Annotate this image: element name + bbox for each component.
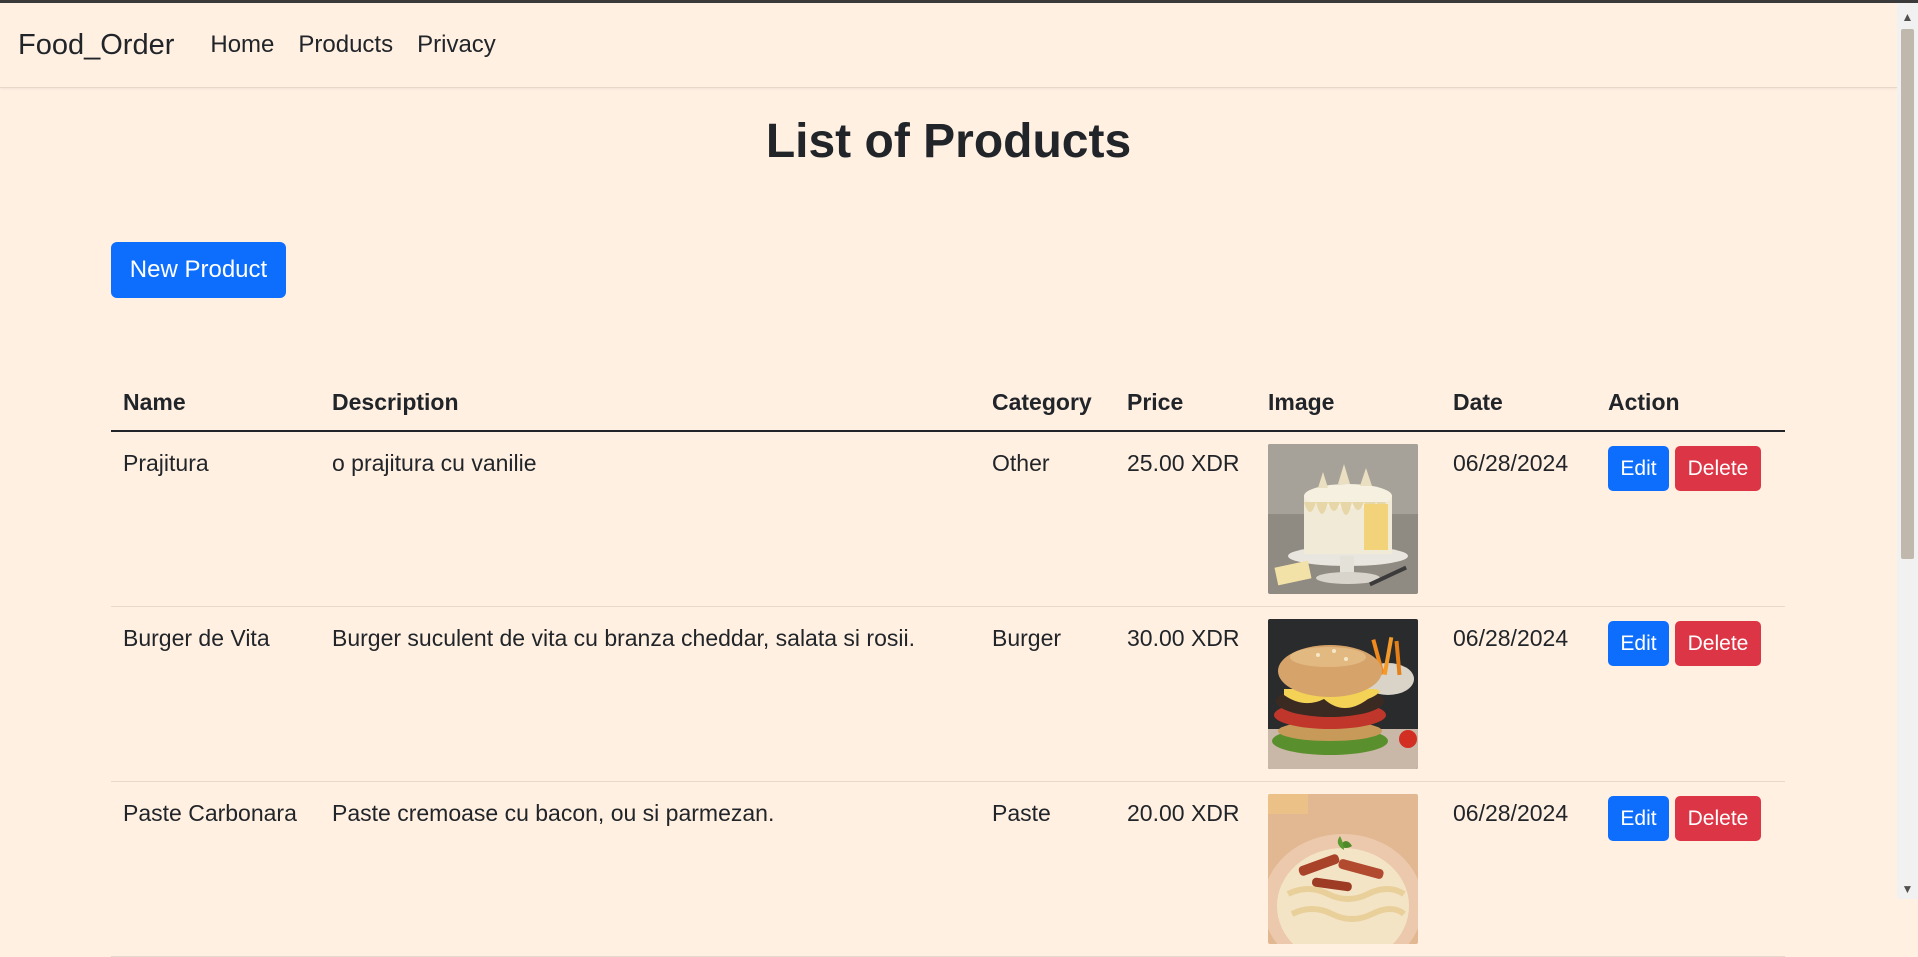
product-description: o prajitura cu vanilie — [332, 450, 537, 476]
product-name: Prajitura — [123, 450, 209, 476]
header-action: Action — [1596, 375, 1785, 432]
header-category: Category — [980, 375, 1115, 432]
navbar: Food_Order Home Products Privacy — [0, 3, 1897, 88]
new-product-button[interactable]: New Product — [111, 242, 286, 298]
delete-button[interactable]: Delete — [1675, 621, 1761, 666]
pasta-image — [1268, 794, 1418, 944]
page-title: List of Products — [765, 115, 1132, 168]
edit-button[interactable]: Edit — [1608, 796, 1669, 841]
row-actions: Edit Delete — [1608, 621, 1773, 666]
brand-link[interactable]: Food_Order — [18, 29, 174, 62]
header-description: Description — [320, 375, 980, 432]
product-category: Other — [992, 450, 1050, 476]
nav-link-home[interactable]: Home — [210, 31, 274, 59]
scrollbar-thumb[interactable] — [1901, 29, 1914, 559]
product-price: 25.00 XDR — [1127, 450, 1240, 476]
edit-button[interactable]: Edit — [1608, 446, 1669, 491]
table-row: Paste Carbonara Paste cremoase cu bacon,… — [111, 781, 1785, 957]
product-date: 06/28/2024 — [1453, 800, 1569, 826]
row-actions: Edit Delete — [1608, 796, 1773, 841]
edit-button[interactable]: Edit — [1608, 621, 1669, 666]
product-description: Paste cremoase cu bacon, ou si parmezan. — [332, 800, 775, 826]
product-price: 20.00 XDR — [1127, 800, 1240, 826]
delete-button[interactable]: Delete — [1675, 796, 1761, 841]
nav-link-privacy[interactable]: Privacy — [417, 31, 496, 59]
table-row: Prajitura o prajitura cu vanilie Other 2… — [111, 431, 1785, 607]
products-table: Name Description Category Price Image Da… — [111, 375, 1785, 957]
product-name: Burger de Vita — [123, 625, 270, 651]
nav-link-products[interactable]: Products — [298, 31, 393, 59]
product-date: 06/28/2024 — [1453, 625, 1569, 651]
delete-button[interactable]: Delete — [1675, 446, 1761, 491]
product-category: Paste — [992, 800, 1051, 826]
product-price: 30.00 XDR — [1127, 625, 1240, 651]
header-image: Image — [1256, 375, 1441, 432]
table-row: Burger de Vita Burger suculent de vita c… — [111, 606, 1785, 782]
header-date: Date — [1441, 375, 1596, 432]
product-category: Burger — [992, 625, 1062, 651]
scroll-up-arrow-icon[interactable]: ▲ — [1897, 7, 1918, 27]
burger-image — [1268, 619, 1418, 769]
table-header-row: Name Description Category Price Image Da… — [111, 375, 1785, 432]
header-name: Name — [111, 375, 320, 432]
scroll-down-arrow-icon[interactable]: ▼ — [1897, 879, 1918, 899]
cake-image — [1268, 444, 1418, 594]
header-price: Price — [1115, 375, 1256, 432]
row-actions: Edit Delete — [1608, 446, 1773, 491]
vertical-scrollbar[interactable]: ▲ ▼ — [1897, 3, 1918, 899]
product-name: Paste Carbonara — [123, 800, 297, 826]
product-date: 06/28/2024 — [1453, 450, 1569, 476]
product-description: Burger suculent de vita cu branza chedda… — [332, 625, 915, 651]
